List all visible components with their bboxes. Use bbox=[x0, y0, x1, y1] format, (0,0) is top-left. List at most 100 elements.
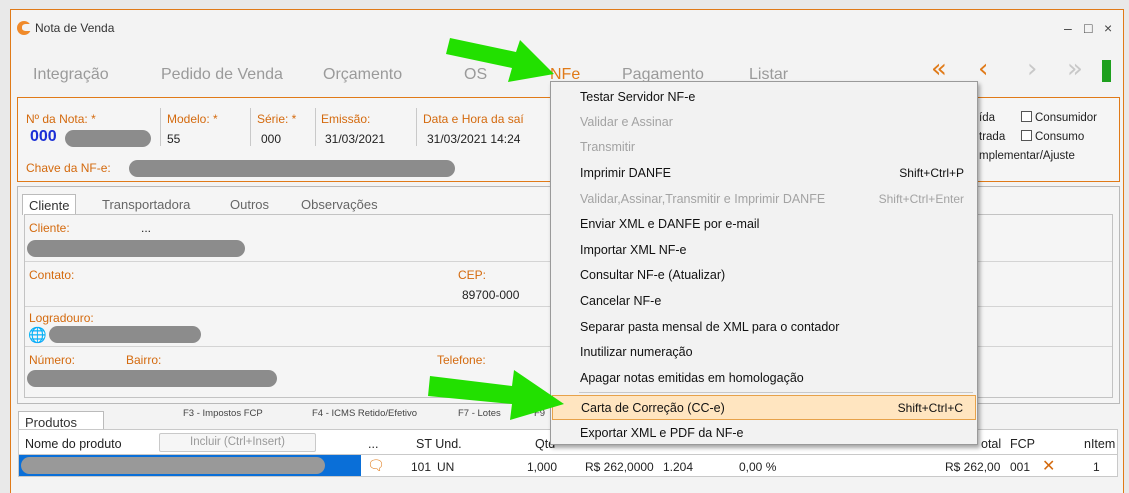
modelo-label: Modelo: * bbox=[167, 112, 218, 126]
menu-item-carta-de-correcao[interactable]: Carta de Correção (CC-e) Shift+Ctrl+C bbox=[552, 395, 976, 420]
redacted-chave-nfe bbox=[129, 160, 455, 177]
tab-cliente[interactable]: Cliente bbox=[22, 194, 77, 215]
menu-item-apagar-notas-homologacao[interactable]: Apagar notas emitidas em homologação bbox=[552, 365, 976, 390]
row-cfop: 1.204 bbox=[663, 460, 694, 474]
menu-label: Exportar XML e PDF da NF-e bbox=[580, 426, 744, 440]
incluir-produto-button[interactable]: Incluir (Ctrl+Insert) bbox=[159, 433, 316, 452]
row-unitario: R$ 262,0000 bbox=[585, 460, 654, 474]
row-st: 101 bbox=[411, 460, 432, 474]
data-hora-saida-value[interactable]: 31/03/2021 14:24 bbox=[427, 132, 520, 146]
redacted-product-name bbox=[21, 457, 325, 474]
nfe-dropdown-menu: Testar Servidor NF-e Validar e Assinar T… bbox=[550, 81, 978, 445]
consumidor-label: Consumidor bbox=[1035, 112, 1097, 124]
minimize-button[interactable]: ‒ bbox=[1064, 20, 1072, 36]
divider bbox=[250, 108, 251, 146]
row-qtd: 1,000 bbox=[527, 460, 558, 474]
last-record-icon[interactable]: » bbox=[1067, 54, 1083, 84]
table-row[interactable]: 🗨 101 UN 1,000 R$ 262,0000 1.204 0,00 % … bbox=[18, 455, 1118, 477]
col-st-und[interactable]: ST Und. bbox=[416, 437, 462, 451]
menu-item-separar-pasta-xml[interactable]: Separar pasta mensal de XML para o conta… bbox=[552, 314, 976, 339]
cep-value[interactable]: 89700-000 bbox=[462, 288, 519, 302]
col-total[interactable]: otal bbox=[981, 437, 1001, 451]
next-record-icon[interactable]: › bbox=[1027, 54, 1037, 84]
comment-icon[interactable]: 🗨 bbox=[367, 457, 385, 474]
serie-value[interactable]: 000 bbox=[261, 132, 281, 146]
menu-label: Inutilizar numeração bbox=[580, 345, 693, 359]
menu-item-exportar-xml-pdf[interactable]: Exportar XML e PDF da NF-e bbox=[552, 420, 976, 445]
menu-item-validar-assinar[interactable]: Validar e Assinar bbox=[552, 109, 976, 134]
row-und: UN bbox=[437, 460, 455, 474]
menu-item-inutilizar-numeracao[interactable]: Inutilizar numeração bbox=[552, 339, 976, 364]
menu-label: Importar XML NF-e bbox=[580, 243, 687, 257]
menu-item-importar-xml[interactable]: Importar XML NF-e bbox=[552, 237, 976, 262]
tab-outros[interactable]: Outros bbox=[230, 197, 269, 212]
modelo-value[interactable]: 55 bbox=[167, 132, 180, 146]
menu-separator bbox=[579, 392, 973, 393]
contato-label: Contato: bbox=[29, 268, 75, 282]
cep-label: CEP: bbox=[458, 268, 487, 282]
menu-item-consultar-nfe[interactable]: Consultar NF-e (Atualizar) bbox=[552, 262, 976, 287]
emissao-label: Emissão: bbox=[321, 112, 371, 126]
shortcut-impostos-fcp: F3 - Impostos FCP bbox=[183, 408, 263, 419]
redacted-nota-number bbox=[65, 130, 151, 147]
divider bbox=[416, 108, 417, 146]
annotation-arrow-carta-correcao-icon bbox=[428, 370, 564, 420]
shortcut-icms-retido: F4 - ICMS Retido/Efetivo bbox=[312, 408, 418, 419]
close-button[interactable]: × bbox=[1104, 20, 1112, 36]
tab-observacoes[interactable]: Observações bbox=[301, 197, 378, 212]
col-fcp[interactable]: FCP bbox=[1010, 437, 1035, 451]
col-nome-produto[interactable]: Nome do produto bbox=[25, 437, 122, 451]
menu-label: Testar Servidor NF-e bbox=[580, 90, 696, 104]
menu-label: Validar e Assinar bbox=[580, 115, 673, 129]
app-logo-icon bbox=[17, 21, 31, 35]
numero-label: Número: bbox=[29, 353, 76, 367]
globe-icon[interactable]: 🌐 bbox=[28, 326, 47, 344]
nav-pedido-de-venda[interactable]: Pedido de Venda bbox=[161, 66, 283, 84]
redacted-numero-bairro bbox=[27, 370, 277, 387]
logradouro-label: Logradouro: bbox=[29, 311, 94, 325]
checkbox-icon bbox=[1021, 111, 1032, 122]
col-dots[interactable]: ... bbox=[368, 437, 378, 451]
checkbox-icon bbox=[1021, 130, 1032, 141]
row-total: R$ 262,00 bbox=[945, 460, 1001, 474]
menu-item-enviar-xml-danfe[interactable]: Enviar XML e DANFE por e-mail bbox=[552, 211, 976, 236]
bairro-label: Bairro: bbox=[126, 353, 162, 367]
menu-label: Carta de Correção (CC-e) bbox=[581, 401, 725, 415]
consumidor-checkbox[interactable]: Consumidor bbox=[1021, 111, 1097, 124]
nota-number: 000 bbox=[30, 128, 57, 145]
menu-label: Enviar XML e DANFE por e-mail bbox=[580, 217, 760, 231]
divider bbox=[315, 108, 316, 146]
menu-shortcut: Shift+Ctrl+Enter bbox=[878, 192, 964, 206]
menu-item-imprimir-danfe[interactable]: Imprimir DANFE Shift+Ctrl+P bbox=[552, 160, 976, 185]
menu-shortcut: Shift+Ctrl+P bbox=[899, 166, 964, 180]
menu-item-testar-servidor[interactable]: Testar Servidor NF-e bbox=[552, 84, 976, 109]
chave-nfe-label: Chave da NF-e: bbox=[26, 161, 111, 175]
row-nitem: 1 bbox=[1093, 460, 1100, 474]
row-icms: 0,00 % bbox=[739, 460, 777, 474]
nav-orcamento[interactable]: Orçamento bbox=[323, 66, 402, 84]
menu-item-validar-assinar-transmitir-imprimir[interactable]: Validar,Assinar,Transmitir e Imprimir DA… bbox=[552, 186, 976, 211]
nav-integracao[interactable]: Integração bbox=[33, 66, 109, 84]
option-saida[interactable]: ída bbox=[979, 112, 995, 124]
title-bar: Nota de Venda ‒ □ × bbox=[11, 10, 1123, 50]
menu-label: Validar,Assinar,Transmitir e Imprimir DA… bbox=[580, 192, 826, 206]
menu-item-transmitir[interactable]: Transmitir bbox=[552, 134, 976, 159]
menu-shortcut: Shift+Ctrl+C bbox=[897, 401, 963, 415]
serie-label: Série: * bbox=[257, 112, 297, 126]
first-record-icon[interactable]: « bbox=[931, 54, 947, 84]
menu-item-cancelar-nfe[interactable]: Cancelar NF-e bbox=[552, 288, 976, 313]
emissao-value[interactable]: 31/03/2021 bbox=[325, 132, 385, 146]
col-nitem[interactable]: nItem bbox=[1084, 437, 1115, 451]
cliente-search-button[interactable]: ... bbox=[141, 221, 151, 235]
delete-item-icon[interactable]: ✕ bbox=[1042, 456, 1055, 476]
tab-transportadora[interactable]: Transportadora bbox=[102, 197, 190, 212]
menu-label: Imprimir DANFE bbox=[580, 166, 671, 180]
tab-produtos[interactable]: Produtos bbox=[18, 411, 104, 431]
menu-label: Apagar notas emitidas em homologação bbox=[580, 371, 804, 385]
prev-record-icon[interactable]: ‹ bbox=[978, 54, 988, 84]
consumo-checkbox[interactable]: Consumo bbox=[1021, 130, 1084, 143]
redacted-logradouro bbox=[49, 326, 201, 343]
maximize-button[interactable]: □ bbox=[1084, 20, 1092, 36]
option-entrada[interactable]: trada bbox=[979, 131, 1005, 143]
option-complementar-ajuste[interactable]: mplementar/Ajuste bbox=[979, 150, 1075, 162]
